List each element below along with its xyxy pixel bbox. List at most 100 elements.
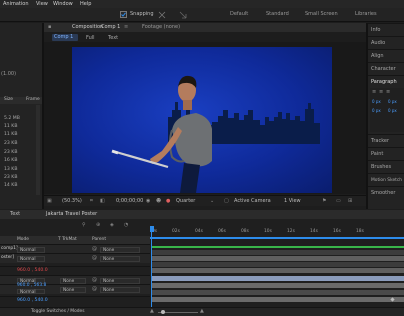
workspace-default[interactable]: Default — [230, 12, 248, 17]
space-before-field[interactable]: 0 px — [372, 109, 381, 113]
menu-animation[interactable]: Animation — [3, 1, 29, 7]
layer-name[interactable]: oster] — [1, 255, 14, 260]
workspace-libraries[interactable]: Libraries — [355, 12, 377, 17]
property-row[interactable]: 960.0 , 540.0 — [0, 296, 150, 306]
brushes-panel[interactable]: Brushes — [368, 160, 404, 171]
resolution-dropdown[interactable]: Quarter ⌄ — [176, 198, 220, 205]
zoom-slider-handle[interactable] — [161, 310, 165, 314]
region-icon[interactable]: ▢ — [224, 199, 229, 204]
time-ruler[interactable] — [150, 219, 404, 243]
track-bar[interactable] — [152, 268, 404, 273]
toggle-switches-modes[interactable]: Toggle Switches / Modes — [31, 309, 85, 314]
camera-dropdown[interactable]: Active Camera — [234, 198, 284, 205]
timecode-display[interactable]: 0;00;00;00 — [116, 199, 143, 204]
snapshot-icon[interactable]: ◉ — [146, 199, 150, 204]
align-center-icon[interactable]: ≡ — [379, 90, 383, 95]
flowchart-icon[interactable]: ⊞ — [348, 199, 352, 204]
pickwhip-icon[interactable]: @ — [92, 278, 97, 283]
snap-icon[interactable] — [158, 11, 166, 19]
parent-dropdown[interactable]: None — [100, 287, 140, 293]
tab-jakarta-travel-poster[interactable]: Jakarta Travel Poster — [46, 212, 97, 217]
indent-left-field[interactable]: 0 px — [372, 100, 381, 104]
always-preview-icon[interactable]: ▣ — [47, 199, 52, 204]
lock-icon[interactable]: ▪ — [48, 25, 51, 30]
comp-flow-icon[interactable]: ⊕ — [96, 223, 100, 228]
track-bar[interactable] — [152, 283, 404, 288]
breadcrumb-text[interactable]: Text — [108, 36, 118, 41]
grid-icon[interactable]: ⌗ — [90, 199, 93, 204]
work-area-bar[interactable] — [150, 237, 404, 239]
fast-preview-icon[interactable]: ⚑ — [322, 199, 326, 204]
layer-row[interactable]: oster] Normal @ None — [0, 253, 150, 263]
menu-view[interactable]: View — [36, 1, 48, 7]
column-mode[interactable]: Mode — [17, 237, 29, 242]
layer-name[interactable]: comp1] — [1, 246, 18, 251]
menu-help[interactable]: Help — [80, 1, 91, 7]
show-snapshot-icon[interactable]: ☻ — [156, 199, 161, 204]
search-icon[interactable]: ⚲ — [82, 223, 86, 228]
mode-dropdown[interactable]: Normal — [17, 256, 45, 262]
file-size: 23 KB — [4, 141, 18, 146]
arrow-icon[interactable] — [178, 10, 188, 20]
track-bar[interactable] — [152, 297, 404, 302]
tab-text[interactable]: Text — [10, 212, 20, 217]
snapping-checkbox[interactable] — [120, 11, 127, 18]
workspace-standard[interactable]: Standard — [266, 12, 289, 17]
composition-tab-name[interactable]: Comp 1 — [101, 25, 120, 30]
workspace-small-screen[interactable]: Small Screen — [305, 12, 338, 17]
align-left-icon[interactable]: ≡ — [372, 90, 376, 95]
timeline-icon[interactable]: ▭ — [336, 199, 341, 204]
pickwhip-icon[interactable]: @ — [92, 287, 97, 292]
zoom-in-icon[interactable]: ▲ — [200, 309, 204, 314]
info-panel[interactable]: Info — [368, 23, 404, 34]
indent-first-field[interactable]: 0 px — [388, 100, 397, 104]
track-bar[interactable] — [152, 262, 404, 267]
layer-row[interactable]: 960.0 , 563.8 Normal None @ None — [0, 283, 150, 295]
smoother-panel[interactable]: Smoother — [368, 186, 404, 197]
file-size: 11 KB — [4, 124, 18, 129]
ruler-tick: 06s — [218, 229, 226, 234]
column-trkmat[interactable]: T TrkMat — [58, 237, 77, 242]
mode-dropdown[interactable]: Normal — [17, 289, 45, 295]
position-value[interactable]: 960.0 , 563.8 — [17, 283, 46, 288]
motion-sketch-panel[interactable]: Motion Sketch — [368, 173, 404, 184]
track-bar[interactable] — [152, 246, 404, 248]
track-bar[interactable] — [152, 256, 404, 261]
menu-icon[interactable]: ≡ — [124, 25, 128, 30]
views-dropdown[interactable]: 1 View — [284, 198, 314, 205]
menu-window[interactable]: Window — [53, 1, 73, 7]
parent-dropdown[interactable]: None — [100, 256, 140, 262]
pickwhip-icon[interactable]: @ — [92, 247, 97, 252]
breadcrumb-comp1[interactable]: Comp 1 — [52, 34, 78, 41]
position-value[interactable]: 960.0 , 540.0 — [17, 298, 48, 304]
space-after-field[interactable]: 0 px — [388, 109, 397, 113]
zoom-out-icon[interactable]: ▲ — [150, 309, 154, 314]
track-bar[interactable] — [152, 250, 404, 255]
character-panel[interactable]: Character — [368, 62, 404, 73]
tracker-panel[interactable]: Tracker — [368, 134, 404, 145]
align-right-icon[interactable]: ≡ — [386, 90, 390, 95]
track-bar[interactable] — [152, 276, 404, 281]
column-frame[interactable]: Frame — [26, 97, 40, 102]
trkmat-dropdown[interactable]: None — [60, 287, 86, 293]
breadcrumb-full[interactable]: Full — [86, 36, 95, 41]
paragraph-panel[interactable]: Paragraph — [368, 75, 404, 86]
position-value[interactable]: 960.0 , 540.0 — [17, 268, 48, 274]
footage-tab[interactable]: Footage (none) — [142, 25, 180, 30]
draft-3d-icon[interactable]: ◈ — [110, 223, 114, 228]
column-parent[interactable]: Parent — [92, 237, 106, 242]
zoom-dropdown[interactable]: (50.3%) — [62, 198, 84, 205]
mask-icon[interactable]: ◧ — [100, 199, 105, 204]
composition-canvas[interactable] — [72, 47, 332, 193]
align-panel[interactable]: Align — [368, 49, 404, 60]
column-size[interactable]: Size — [4, 97, 13, 102]
channel-icon[interactable]: ● — [166, 199, 170, 204]
timeline-tabs: Text Jakarta Travel Poster — [0, 210, 404, 219]
composition-tab-label[interactable]: Composition — [72, 25, 103, 30]
pickwhip-icon[interactable]: @ — [92, 256, 97, 261]
project-scrollbar[interactable] — [36, 105, 40, 195]
audio-panel[interactable]: Audio — [368, 36, 404, 47]
motion-blur-icon[interactable]: ◔ — [124, 223, 128, 228]
track-bar[interactable] — [152, 290, 404, 295]
paint-panel[interactable]: Paint — [368, 147, 404, 158]
